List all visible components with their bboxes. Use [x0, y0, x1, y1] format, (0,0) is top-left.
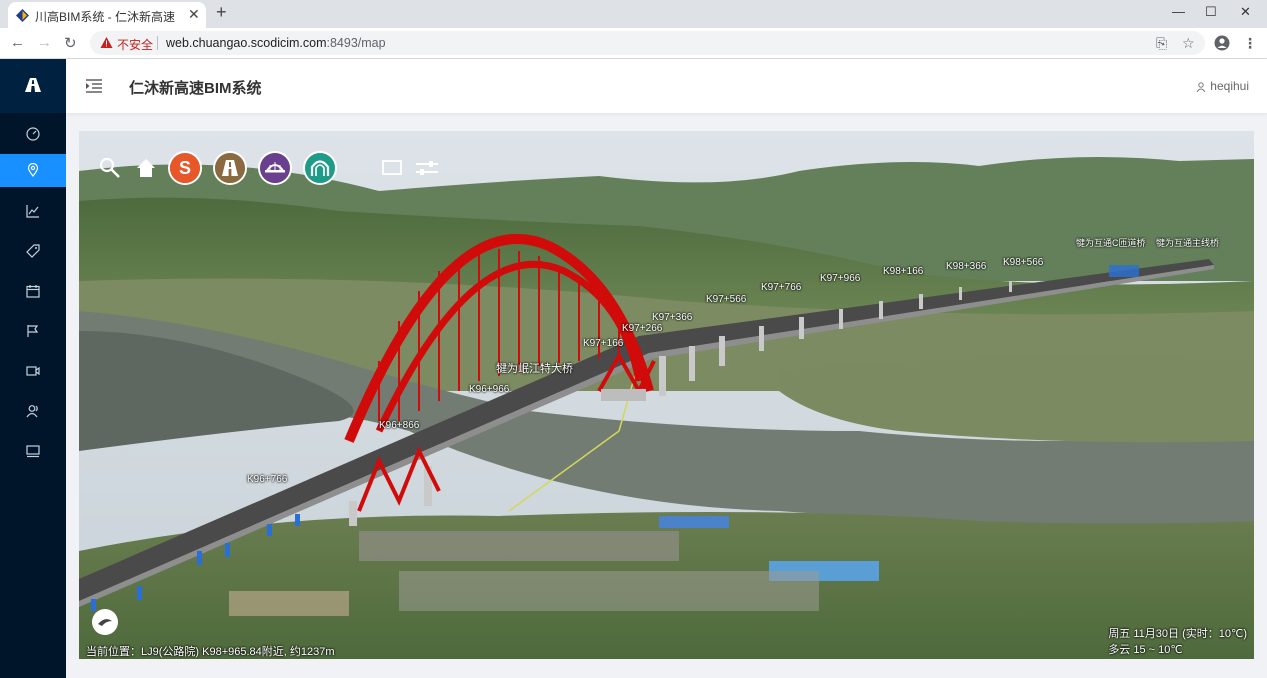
tab-title: 川高BIM系统 - 仁沐新高速 — [35, 10, 175, 24]
maximize-icon[interactable]: ☐ — [1205, 4, 1217, 20]
translate-icon[interactable]: ⎘ — [1156, 35, 1167, 52]
minimize-icon[interactable]: — — [1172, 4, 1185, 19]
current-position: 当前位置：LJ9(公路院) K98+965.84附近, 约1237m — [86, 646, 335, 658]
browser-tab[interactable]: 川高BIM系统 - 仁沐新高速 ✕ — [8, 2, 206, 28]
warning-icon — [100, 37, 113, 48]
compass-icon — [98, 619, 112, 626]
sidebar-item-map[interactable] — [0, 154, 66, 187]
sidebar-item-milestones[interactable] — [0, 315, 66, 348]
address-bar[interactable]: 不安全 web.chuangao.scodicim.com:8493/map ⎘… — [90, 31, 1205, 55]
reload-icon[interactable]: ↻ — [64, 34, 77, 52]
bridge-icon[interactable] — [258, 151, 292, 185]
search-icon[interactable] — [99, 157, 121, 179]
forward-arrow-icon[interactable]: → — [37, 34, 52, 51]
station-label[interactable]: K96+766 — [247, 474, 287, 485]
flag-icon — [27, 325, 39, 337]
sidebar-item-devices[interactable] — [0, 435, 66, 468]
s-badge-icon[interactable]: S — [168, 151, 202, 185]
browser-menu-icon[interactable]: ⋮ — [1243, 35, 1257, 52]
weather-panel: 周五 11月30日 (实时：10℃) 多云 15 ~ 10℃ — [1108, 626, 1247, 658]
url-path: :8493/map — [326, 36, 386, 50]
weather-date: 周五 11月30日 (实时：10℃) — [1108, 628, 1247, 640]
station-label[interactable]: K98+366 — [946, 261, 986, 272]
users-icon — [26, 405, 38, 418]
station-label[interactable]: K98+566 — [1003, 257, 1043, 268]
site-favicon-icon — [16, 9, 29, 22]
station-label[interactable]: K97+266 — [622, 323, 662, 334]
app-header: 仁沐新高速BIM系统 heqihui — [66, 59, 1267, 113]
tab-close-icon[interactable]: ✕ — [188, 6, 200, 23]
map-viewer[interactable]: S K96+766 K96+866 K96+966 K97+166 K97+26… — [79, 131, 1254, 659]
bridge-label[interactable]: 犍为互通主线桥 — [1156, 236, 1219, 249]
station-label[interactable]: K97+566 — [706, 294, 746, 305]
app-logo[interactable] — [0, 59, 66, 113]
station-label[interactable]: K98+166 — [883, 266, 923, 277]
station-label[interactable]: K97+966 — [820, 273, 860, 284]
tunnel-icon-bg — [305, 153, 335, 183]
map-scene — [79, 131, 1254, 659]
bridge-label[interactable]: 犍为岷江特大桥 — [496, 360, 573, 376]
tunnel-icon[interactable] — [303, 151, 337, 185]
blue-roof — [659, 516, 729, 528]
town-block — [399, 571, 819, 611]
road-logo-icon — [25, 78, 41, 92]
sidebar-item-dashboard[interactable] — [0, 118, 66, 151]
new-tab-button[interactable]: + — [216, 2, 227, 23]
line-chart-icon — [26, 205, 39, 218]
compass-button[interactable] — [92, 609, 118, 635]
calendar-icon — [26, 285, 40, 298]
road-dash-2 — [228, 169, 232, 176]
tag-icon — [26, 244, 40, 258]
sidebar — [0, 59, 66, 678]
page-title: 仁沐新高速BIM系统 — [129, 80, 262, 97]
dashboard-icon — [26, 127, 40, 141]
layers-icon[interactable] — [381, 158, 403, 178]
browser-toolbar: ← → ↻ 不安全 web.chuangao.scodicim.com:8493… — [0, 28, 1267, 59]
map-pin-icon — [27, 163, 39, 177]
profile-icon[interactable] — [1214, 35, 1230, 51]
window-close-icon[interactable]: ✕ — [1240, 4, 1251, 20]
security-label[interactable]: 不安全 — [117, 36, 153, 53]
bookmark-star-icon[interactable]: ☆ — [1182, 35, 1195, 52]
username: heqihui — [1210, 79, 1249, 93]
sidebar-item-schedule[interactable] — [0, 275, 66, 308]
station-label[interactable]: K97+166 — [583, 338, 623, 349]
station-label[interactable]: K96+966 — [469, 384, 509, 395]
sliders-icon[interactable] — [416, 160, 438, 176]
s-badge-label: S — [179, 158, 191, 178]
video-icon — [26, 366, 40, 376]
construction-yard — [229, 591, 349, 616]
back-arrow-icon[interactable]: ← — [10, 34, 25, 51]
url-host: web.chuangao.scodicim.com — [166, 36, 327, 50]
omnibox-divider — [157, 36, 158, 50]
bridge-label[interactable]: 犍为互通C匝道桥 — [1076, 236, 1146, 249]
home-icon[interactable] — [136, 158, 156, 178]
sidebar-item-tags[interactable] — [0, 235, 66, 268]
station-label[interactable]: K96+866 — [379, 420, 419, 431]
town-buildings — [359, 531, 679, 561]
user-menu[interactable]: heqihui — [1196, 79, 1249, 93]
sidebar-item-statistics[interactable] — [0, 195, 66, 228]
sidebar-item-video[interactable] — [0, 355, 66, 388]
road-dash — [229, 162, 231, 167]
monitor-icon — [26, 445, 40, 458]
abutment — [601, 389, 646, 401]
sidebar-item-personnel[interactable] — [0, 395, 66, 428]
browser-tab-strip: 川高BIM系统 - 仁沐新高速 ✕ + — ☐ ✕ — [0, 0, 1267, 28]
user-icon — [1196, 82, 1206, 93]
menu-toggle-icon[interactable] — [86, 79, 102, 93]
weather-forecast: 多云 15 ~ 10℃ — [1108, 644, 1183, 656]
url-text[interactable]: web.chuangao.scodicim.com:8493/map — [166, 36, 386, 50]
station-label[interactable]: K97+766 — [761, 282, 801, 293]
road-icon[interactable] — [213, 151, 247, 185]
station-label[interactable]: K97+366 — [652, 312, 692, 323]
